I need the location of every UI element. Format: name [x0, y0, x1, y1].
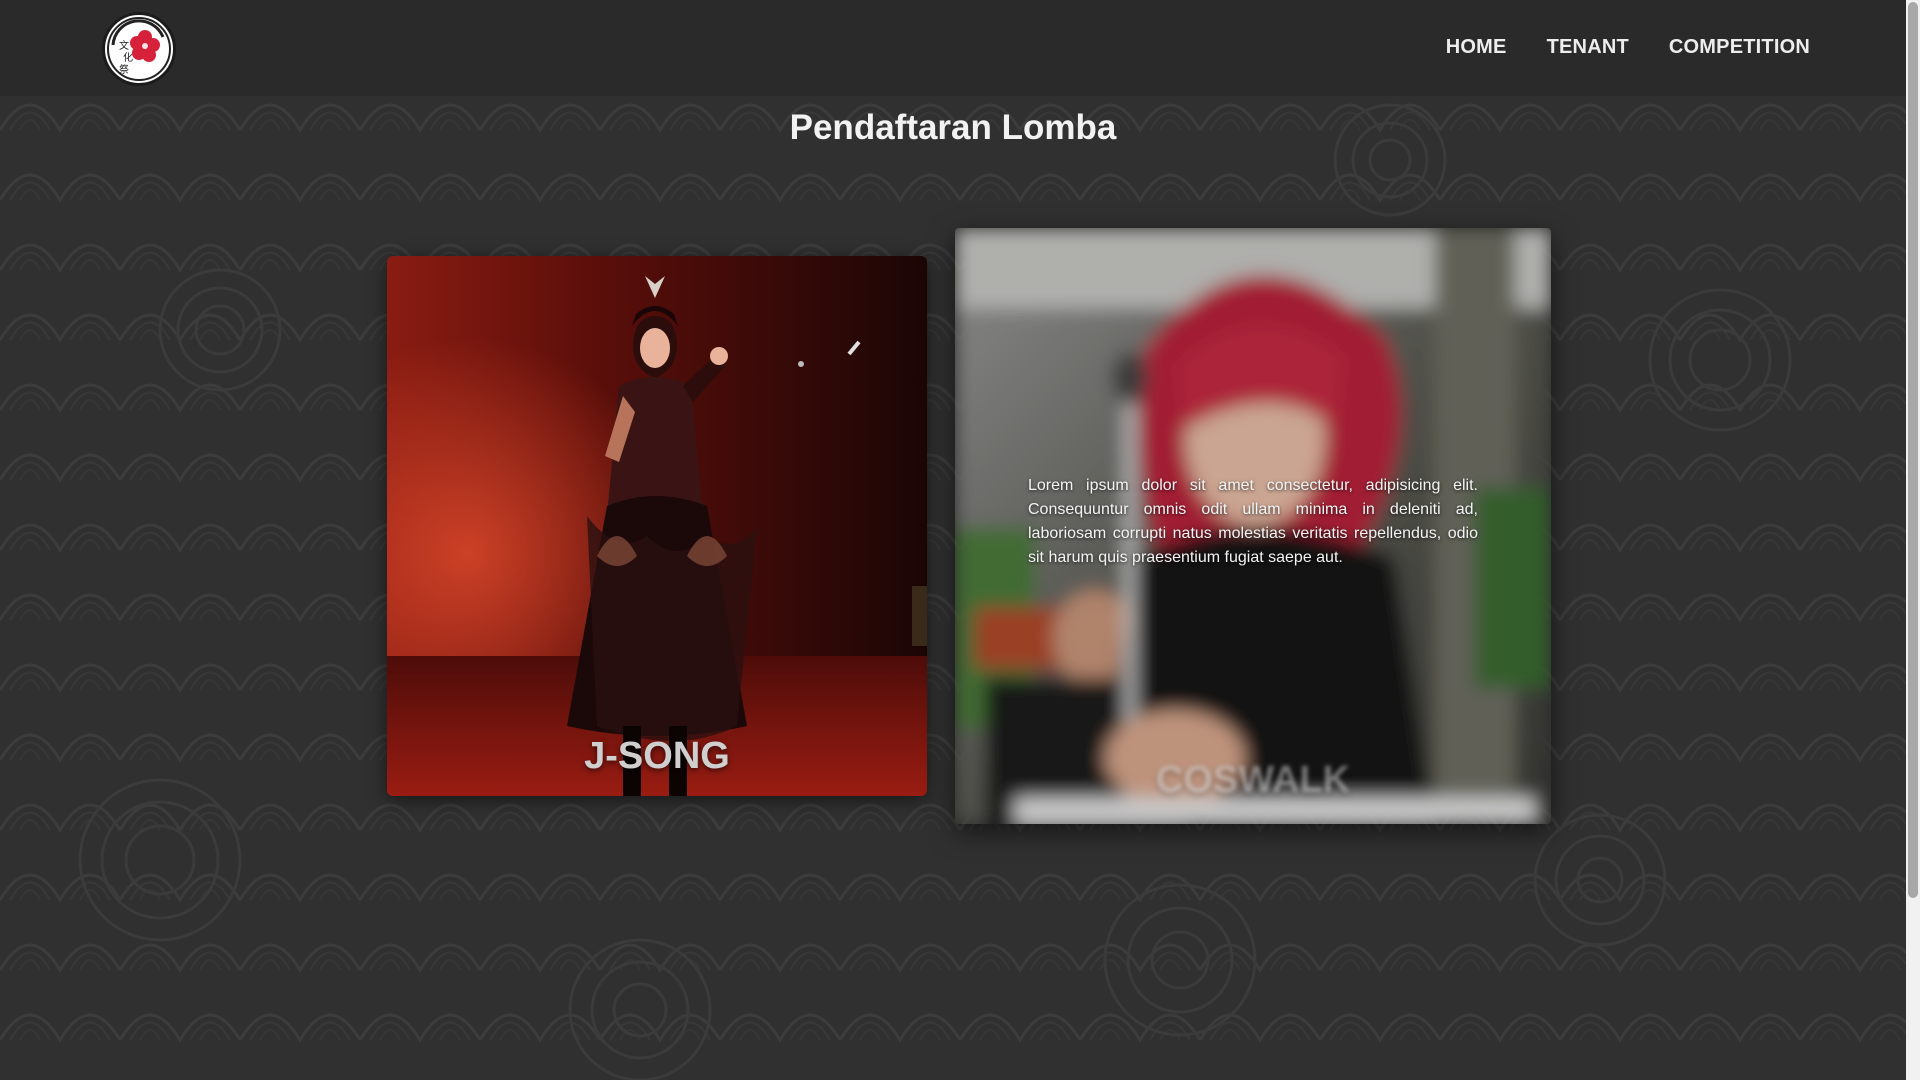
jsong-singer-photo	[387, 256, 927, 796]
nav-links: HOME TENANT COMPETITION	[1446, 36, 1810, 59]
nav-competition-link[interactable]: COMPETITION	[1669, 36, 1810, 59]
svg-text:化: 化	[123, 51, 133, 64]
page-title: Pendaftaran Lomba	[789, 108, 1117, 147]
svg-text:文: 文	[119, 39, 129, 52]
navbar: 文 化 祭 HOME TENANT COMPETITION	[0, 0, 1906, 96]
sakura-festival-logo-icon[interactable]: 文 化 祭	[102, 12, 176, 86]
scrollbar[interactable]	[1906, 0, 1920, 1080]
coswalk-card-description: Lorem ipsum dolor sit amet consectetur, …	[1028, 477, 1478, 566]
coswalk-card-label: COSWALK	[1155, 759, 1351, 801]
nav-home-link[interactable]: HOME	[1446, 36, 1507, 59]
svg-text:祭: 祭	[119, 64, 129, 76]
scrollbar-thumb[interactable]	[1908, 2, 1918, 898]
jsong-card-label: J-SONG	[584, 735, 730, 777]
coswalk-card[interactable]: Lorem ipsum dolor sit amet consectetur, …	[955, 228, 1551, 824]
nav-tenant-link[interactable]: TENANT	[1547, 36, 1629, 59]
jsong-card[interactable]: J-SONG	[387, 256, 927, 796]
